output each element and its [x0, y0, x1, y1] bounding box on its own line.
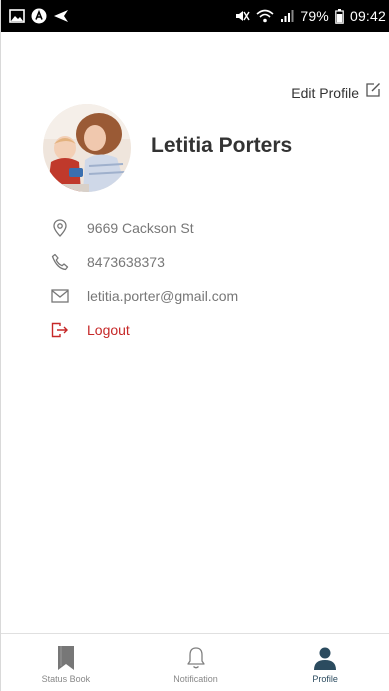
wifi-icon [256, 9, 274, 23]
edit-profile-label: Edit Profile [291, 84, 359, 101]
edit-icon [365, 82, 381, 103]
bookmark-icon [56, 644, 76, 672]
email-row: letitia.porter@gmail.com [49, 284, 238, 308]
email-text: letitia.porter@gmail.com [87, 288, 239, 304]
status-left-icons [9, 8, 69, 24]
address-row: 9669 Cackson St [49, 216, 194, 240]
nav-status-book[interactable]: Status Book [1, 634, 131, 691]
user-name: Letitia Porters [151, 134, 293, 157]
clock-time: 09:42 [349, 8, 386, 24]
phone-row: 8473638373 [49, 250, 165, 274]
nav-notification[interactable]: Notification [131, 634, 261, 691]
logout-icon [49, 322, 71, 338]
edit-profile-button[interactable]: Edit Profile [291, 82, 381, 103]
send-icon [53, 9, 69, 23]
mute-icon [234, 9, 250, 23]
address-text: 9669 Cackson St [87, 220, 194, 236]
person-icon [313, 644, 337, 672]
nav-profile-label: Profile [312, 674, 338, 684]
nav-status-book-label: Status Book [41, 674, 91, 684]
logout-button[interactable]: Logout [49, 318, 130, 342]
mail-icon [49, 289, 71, 303]
nav-profile[interactable]: Profile [260, 634, 389, 691]
bell-icon [186, 644, 206, 672]
signal-icon [280, 9, 294, 23]
logout-label: Logout [87, 322, 130, 338]
battery-icon [335, 8, 344, 24]
phone-icon [49, 253, 71, 271]
phone-text: 8473638373 [87, 254, 165, 270]
battery-percent: 79% [300, 8, 329, 24]
location-pin-icon [49, 219, 71, 237]
status-bar: 79% 09:42 [1, 0, 389, 32]
nav-notification-label: Notification [173, 674, 218, 684]
status-right-icons: 79% 09:42 [234, 8, 386, 24]
app-a-icon [31, 8, 47, 24]
avatar [43, 104, 131, 192]
bottom-navigation: Status Book Notification Profile [1, 633, 389, 691]
gallery-icon [9, 9, 25, 23]
profile-screen: 79% 09:42 Edit Profile Letitia Porters 9… [0, 0, 389, 691]
